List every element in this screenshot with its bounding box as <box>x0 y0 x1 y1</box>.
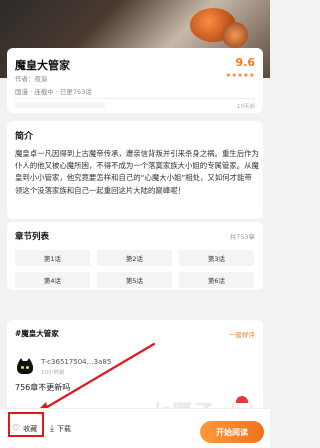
start-reading-button[interactable]: 开始阅读 <box>200 421 264 443</box>
comment-username[interactable]: T-c36517504…3a85 <box>41 358 111 366</box>
intro-card: 简介 魔皇卓一凡因得到上古魔帝传承，遭亲信背叛并引来杀身之祸。重生后作为仆人的他… <box>7 121 263 219</box>
comment-tag: 一般好评 <box>229 331 255 339</box>
download-label: 下载 <box>56 425 71 433</box>
intro-text[interactable]: 魔皇卓一凡因得到上古魔帝传承，遭亲信背叛并引来杀身之祸。重生后作为仆人的他又被心… <box>15 148 259 197</box>
update-time: 10天前 <box>237 104 255 110</box>
rating-score: 9.6 <box>235 56 256 69</box>
update-info-placeholder <box>15 102 105 108</box>
comment-topic[interactable]: #魔皇大管家 <box>15 328 59 339</box>
annotation-highlight-box <box>8 412 44 437</box>
chapter-button[interactable]: 第2话 <box>97 250 172 266</box>
rating-stars-icon: ★★★★★ <box>225 72 255 79</box>
download-button[interactable]: ⤓ 下载 <box>50 424 71 434</box>
comment-text[interactable]: 756章不更新吗 <box>15 382 70 393</box>
chapter-button[interactable]: 第5话 <box>97 272 172 288</box>
book-title: 魔皇大管家 <box>15 59 70 72</box>
comment-card: #魔皇大管家 一般好评 T-c36517504…3a85 10小时前 756章不… <box>7 320 263 416</box>
intro-heading: 简介 <box>15 132 34 142</box>
chapter-button[interactable]: 第4话 <box>15 272 90 288</box>
book-info-card: 魔皇大管家 9.6 作者：夜枭 ★★★★★ 国漫 · 连载中 · 已更753话 … <box>7 48 263 113</box>
chapter-list-heading: 章节列表 <box>15 232 50 242</box>
author-name[interactable]: 作者：夜枭 <box>15 73 48 83</box>
comment-time: 10小时前 <box>41 370 65 376</box>
chapter-button[interactable]: 第3话 <box>179 250 254 266</box>
book-meta: 国漫 · 连载中 · 已更753话 <box>15 88 92 96</box>
cat-avatar-icon <box>17 358 33 374</box>
chapter-button[interactable]: 第1话 <box>15 250 90 266</box>
chapter-grid: 第1话 第2话 第3话 第4话 第5话 第6话 <box>15 250 255 288</box>
chapter-count-link[interactable]: 共753章 <box>230 231 255 241</box>
chapter-button[interactable]: 第6话 <box>179 272 254 288</box>
cover-art-accent <box>222 22 248 48</box>
divider <box>15 98 255 99</box>
chapter-list-card: 章节列表 共753章 第1话 第2话 第3话 第4话 第5话 第6话 <box>7 222 263 290</box>
download-icon: ⤓ <box>50 424 54 434</box>
